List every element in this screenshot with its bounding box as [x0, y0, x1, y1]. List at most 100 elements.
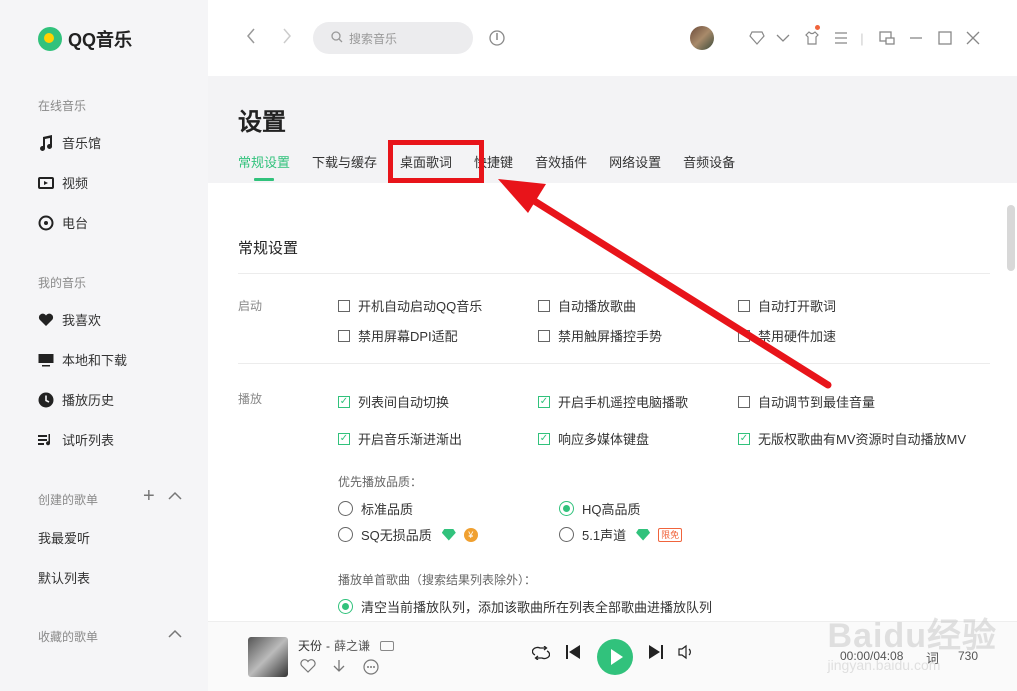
- radio-hq-quality[interactable]: HQ高品质: [559, 499, 641, 518]
- sidebar-item-favorites[interactable]: 我喜欢: [38, 310, 101, 329]
- sidebar-playlist-item[interactable]: 默认列表: [38, 568, 90, 587]
- checkbox-disable-hw-accel[interactable]: 禁用硬件加速: [738, 326, 836, 345]
- radio-button[interactable]: [559, 527, 574, 542]
- checkbox-autostart[interactable]: 开机自动启动QQ音乐: [338, 296, 482, 315]
- option-label: 自动调节到最佳音量: [758, 395, 876, 410]
- sidebar-playlist-item[interactable]: 我最爱听: [38, 528, 90, 547]
- tab-network[interactable]: 网络设置: [609, 152, 661, 171]
- volume-icon[interactable]: [678, 644, 694, 665]
- user-avatar[interactable]: [690, 26, 714, 50]
- download-icon[interactable]: [332, 659, 346, 679]
- sidebar: QQ音乐 在线音乐 音乐馆 视频 电台 我的音乐 我喜欢 本地和下载 播放历史 …: [0, 0, 208, 691]
- checkbox-checked[interactable]: ✓: [738, 432, 750, 445]
- radio-single-song-option[interactable]: 清空当前播放队列，添加该歌曲所在列表全部歌曲进播放队列: [338, 597, 712, 616]
- collapse-chevron-up-icon[interactable]: [168, 626, 182, 644]
- sidebar-item-video[interactable]: 视频: [38, 173, 88, 192]
- checkbox-checked[interactable]: ✓: [538, 432, 550, 445]
- like-heart-icon[interactable]: [300, 659, 316, 677]
- add-playlist-icon[interactable]: +: [143, 485, 155, 508]
- option-label: 列表间自动切换: [358, 395, 450, 410]
- sidebar-item-music-hall[interactable]: 音乐馆: [38, 133, 101, 152]
- album-cover[interactable]: [248, 637, 288, 677]
- search-input[interactable]: 搜索音乐: [313, 22, 473, 54]
- checkbox-auto-volume[interactable]: 自动调节到最佳音量: [738, 392, 875, 411]
- checkbox-box[interactable]: [538, 299, 550, 312]
- checkbox-box[interactable]: [338, 329, 350, 342]
- checkbox-disable-touch[interactable]: 禁用触屏播控手势: [538, 326, 662, 345]
- page-title: 设置: [238, 109, 286, 136]
- settings-content: 常规设置 启动 开机自动启动QQ音乐 自动播放歌曲 自动打开歌词 禁用屏幕DPI…: [208, 183, 1017, 621]
- forward-arrow-icon[interactable]: [282, 28, 292, 49]
- tab-audio-plugins[interactable]: 音效插件: [535, 152, 587, 171]
- previous-track-icon[interactable]: [565, 644, 581, 665]
- vip-diamond-icon[interactable]: [747, 28, 767, 48]
- scrollbar[interactable]: [1007, 205, 1015, 271]
- now-playing: 天份 - 薛之谦: [298, 637, 395, 654]
- checkbox-disable-dpi[interactable]: 禁用屏幕DPI适配: [338, 326, 458, 345]
- checkbox-checked[interactable]: ✓: [338, 432, 350, 445]
- maximize-icon[interactable]: [935, 28, 955, 48]
- notification-dot: [815, 25, 820, 30]
- settings-header: 设置 常规设置 下载与缓存 桌面歌词 快捷键 音效插件 网络设置 音频设备: [208, 76, 1017, 183]
- option-label: 自动播放歌曲: [558, 299, 637, 314]
- option-label: 标准品质: [361, 502, 414, 517]
- radio-standard-quality[interactable]: 标准品质: [338, 499, 413, 518]
- checkbox-box[interactable]: [538, 329, 550, 342]
- tab-general[interactable]: 常规设置: [238, 152, 290, 181]
- checkbox-media-keys[interactable]: ✓ 响应多媒体键盘: [538, 429, 649, 448]
- quality-label: 优先播放品质：: [338, 475, 423, 489]
- sidebar-item-radio[interactable]: 电台: [38, 213, 88, 232]
- checkbox-list-switch[interactable]: ✓ 列表间自动切换: [338, 392, 449, 411]
- checkbox-fade[interactable]: ✓ 开启音乐渐进渐出: [338, 429, 462, 448]
- radio-button-selected[interactable]: [338, 599, 353, 614]
- skin-shirt-icon[interactable]: [802, 28, 822, 48]
- back-arrow-icon[interactable]: [246, 28, 256, 49]
- radio-button[interactable]: [338, 501, 353, 516]
- search-icon: [331, 30, 343, 46]
- tab-download-cache[interactable]: 下载与缓存: [312, 152, 377, 171]
- checkbox-box[interactable]: [738, 299, 750, 312]
- sidebar-item-label: 本地和下载: [62, 353, 128, 368]
- close-icon[interactable]: [963, 28, 983, 48]
- sidebar-item-label: 播放历史: [62, 393, 115, 408]
- checkbox-box[interactable]: [738, 395, 750, 408]
- option-label: HQ高品质: [582, 502, 641, 517]
- checkbox-phone-remote[interactable]: ✓ 开启手机遥控电脑播歌: [538, 392, 688, 411]
- option-label: 开启音乐渐进渐出: [358, 432, 463, 447]
- checkbox-checked[interactable]: ✓: [538, 395, 550, 408]
- loop-mode-icon[interactable]: [531, 644, 551, 665]
- divider: [238, 363, 990, 364]
- radio-51-channel[interactable]: 5.1声道 限免: [559, 525, 683, 544]
- sidebar-item-trial-list[interactable]: 试听列表: [38, 430, 114, 449]
- collapse-chevron-up-icon[interactable]: [168, 488, 182, 506]
- mv-icon[interactable]: [380, 640, 395, 651]
- more-options-icon[interactable]: [363, 659, 379, 679]
- checkbox-autoplay[interactable]: 自动播放歌曲: [538, 296, 636, 315]
- main-menu-icon[interactable]: [831, 28, 851, 48]
- sidebar-item-label: 我喜欢: [62, 313, 102, 328]
- minimize-icon[interactable]: [906, 28, 926, 48]
- next-track-icon[interactable]: [648, 644, 664, 665]
- checkbox-checked[interactable]: ✓: [338, 395, 350, 408]
- checkbox-auto-mv[interactable]: ✓ 无版权歌曲有MV资源时自动播放MV: [738, 429, 966, 448]
- app-logo[interactable]: QQ音乐: [38, 26, 132, 52]
- voice-search-icon[interactable]: [487, 28, 507, 48]
- radio-button[interactable]: [338, 527, 353, 542]
- song-title[interactable]: 天份: [298, 637, 322, 654]
- play-button[interactable]: [597, 639, 633, 675]
- sidebar-item-history[interactable]: 播放历史: [38, 390, 114, 409]
- radio-button-selected[interactable]: [559, 501, 574, 516]
- radio-sq-quality[interactable]: SQ无损品质 ¥: [338, 525, 478, 544]
- vip-diamond-badge-icon: [636, 528, 651, 541]
- mini-mode-icon[interactable]: [877, 28, 897, 48]
- checkbox-box[interactable]: [338, 299, 350, 312]
- qq-music-logo-icon: [38, 27, 62, 51]
- sidebar-item-local-downloads[interactable]: 本地和下载: [38, 350, 127, 369]
- checkbox-box[interactable]: [738, 329, 750, 342]
- section-title: 常规设置: [238, 240, 299, 257]
- tab-audio-devices[interactable]: 音频设备: [683, 152, 735, 171]
- artist-name[interactable]: 薛之谦: [334, 637, 370, 654]
- playback-label: 播放: [238, 392, 263, 406]
- chevron-down-icon[interactable]: [773, 28, 793, 48]
- checkbox-auto-lyrics[interactable]: 自动打开歌词: [738, 296, 836, 315]
